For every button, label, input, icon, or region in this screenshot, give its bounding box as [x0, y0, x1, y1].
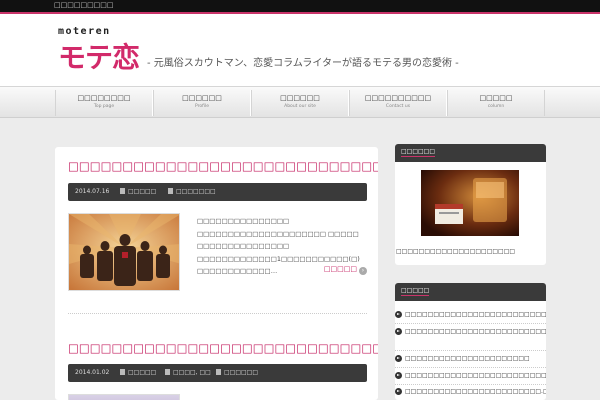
post-date: 2014.07.16 [75, 188, 110, 195]
main-navigation: □□□□□□□□ Top page □□□□□□ Profile □□□□□□ … [0, 86, 600, 118]
post-tags-label: □□□□, □□ [173, 369, 211, 376]
main-content: □□□□□□□□□□□□□□□□□□□□□□□□□□□□□ 2014.07.16… [55, 147, 378, 400]
list-item[interactable]: □□□□□□□□□□□□□□□□□□□□□□□□□□□□□□□□□□□□□□□ [395, 326, 546, 337]
nav-sublabel: Top page [93, 104, 115, 109]
list-item-label: □□□□□□□□□□□□□□□□□□□□□□ [405, 355, 530, 362]
nav-sublabel: Contact us [385, 104, 411, 109]
thumbnail-image [69, 395, 179, 400]
nav-sublabel: column [487, 104, 505, 109]
post-date: 2014.01.02 [75, 369, 110, 376]
nav-item-profile[interactable]: □□□□□□ Profile [153, 90, 251, 116]
post-category-label: □□□□□ [128, 188, 157, 195]
topbar-text: □□□□□□□□□ [54, 1, 114, 9]
nav-label: □□□□□ [479, 94, 513, 102]
post-title[interactable]: □□□□□□□□□□□□□□□□□□□□□□□□□□□□□□□□□□□□□□□□… [68, 341, 378, 355]
read-more-label: □□□□□ [323, 265, 357, 273]
nav-label: □□□□□□ [182, 94, 222, 102]
widget-title: □□□□□□ [401, 148, 436, 157]
list-divider [395, 350, 546, 351]
featured-image[interactable] [421, 170, 519, 236]
nav-sublabel: About our site [284, 104, 316, 109]
nav-label: □□□□□□ [280, 94, 320, 102]
site-header: moteren モテ恋 - 元風俗スカウトマン、恋愛コラムライターが語るモテる男… [0, 14, 600, 86]
site-logo[interactable]: モテ恋 [58, 36, 140, 76]
nav-item-contact[interactable]: □□□□□□□□□□ Contact us [349, 90, 447, 116]
nav-item-top[interactable]: □□□□□□□□ Top page [55, 90, 153, 116]
list-divider [395, 323, 546, 324]
arrow-bullet-icon [395, 311, 402, 318]
nav-sublabel: Profile [195, 104, 209, 109]
arrow-bullet-icon [395, 388, 402, 395]
post-comments-label: □□□□□□ [224, 369, 259, 376]
whisky-glass-image [421, 170, 519, 236]
list-item-label: □□□□□□□□□□□□□□□□□□□□□□□□□□□□□□□□□□□□□□□ [405, 328, 546, 335]
post-thumbnail[interactable] [68, 213, 180, 291]
sidebar-widget-featured: □□□□□□ □□□□□□□□□□□□□□□□□□□□□ [395, 144, 546, 265]
post-meta-bar: 2014.01.02 □□□□□ □□□□, □□ □□□□□□ [68, 364, 367, 382]
top-bar: □□□□□□□□□ [0, 0, 600, 12]
tag-icon [165, 369, 170, 375]
tag-icon [168, 188, 173, 194]
nav-label: □□□□□□□□□□ [364, 94, 432, 102]
list-item-label: □□□□□□□□□□□□□□□□□□□□□□□□.□□□□□□□1□□□□□□□… [405, 388, 546, 395]
post-category[interactable]: □□□□□ [120, 188, 156, 195]
list-item-label: □□□□□□□□□□□□□□□□□□□□□□□□□□□ [405, 311, 546, 318]
read-more-link[interactable]: □□□□□ › [324, 265, 367, 275]
post-comments[interactable]: □□□□□□ [216, 369, 258, 376]
widget-title: □□□□□ [401, 287, 430, 296]
sidebar-widget-list: □□□□□ □□□□□□□□□□□□□□□□□□□□□□□□□□□ □□□□□□… [395, 283, 546, 400]
arrow-right-icon: › [359, 267, 367, 275]
nav-item-column[interactable]: □□□□□ column [447, 90, 545, 116]
comment-icon [216, 369, 221, 375]
post-category[interactable]: □□□□□ [120, 369, 156, 376]
list-item[interactable]: □□□□□□□□□□□□□□□□□□□□□□□□.□□□□□□□1□□□□□□□… [395, 386, 546, 397]
arrow-bullet-icon [395, 372, 402, 379]
superhero-silhouettes-image [69, 214, 179, 290]
post-meta-bar: 2014.07.16 □□□□□ □□□□□□□ [68, 183, 367, 201]
widget-header: □□□□□ [395, 283, 546, 301]
widget-header: □□□□□□ [395, 144, 546, 162]
list-item[interactable]: □□□□□□□□□□□□□□□□□□□□□□ [395, 353, 546, 364]
list-divider [395, 367, 546, 368]
post-category-label: □□□□□ [128, 369, 157, 376]
folder-icon [120, 188, 125, 194]
post-divider [68, 313, 367, 314]
post-tags-label: □□□□□□□ [176, 188, 216, 195]
post-tags[interactable]: □□□□□□□ [168, 188, 216, 195]
list-item[interactable]: □□□□□□□□□□□□□□□□□□□□□□□□□□□ [395, 370, 546, 381]
folder-icon [120, 369, 125, 375]
featured-caption[interactable]: □□□□□□□□□□□□□□□□□□□□□ [396, 248, 515, 255]
site-tagline: - 元風俗スカウトマン、恋愛コラムライターが語るモテる男の恋愛術 - [147, 58, 459, 69]
post-title[interactable]: □□□□□□□□□□□□□□□□□□□□□□□□□□□□□ [68, 159, 378, 173]
arrow-bullet-icon [395, 355, 402, 362]
nav-item-about[interactable]: □□□□□□ About our site [251, 90, 349, 116]
list-item[interactable]: □□□□□□□□□□□□□□□□□□□□□□□□□□□ [395, 309, 546, 320]
nav-label: □□□□□□□□ [77, 94, 131, 102]
list-item-label: □□□□□□□□□□□□□□□□□□□□□□□□□□□ [405, 372, 546, 379]
post-thumbnail[interactable] [68, 394, 180, 400]
list-divider [395, 384, 546, 385]
arrow-bullet-icon [395, 328, 402, 335]
post-tags[interactable]: □□□□, □□ [165, 369, 211, 376]
